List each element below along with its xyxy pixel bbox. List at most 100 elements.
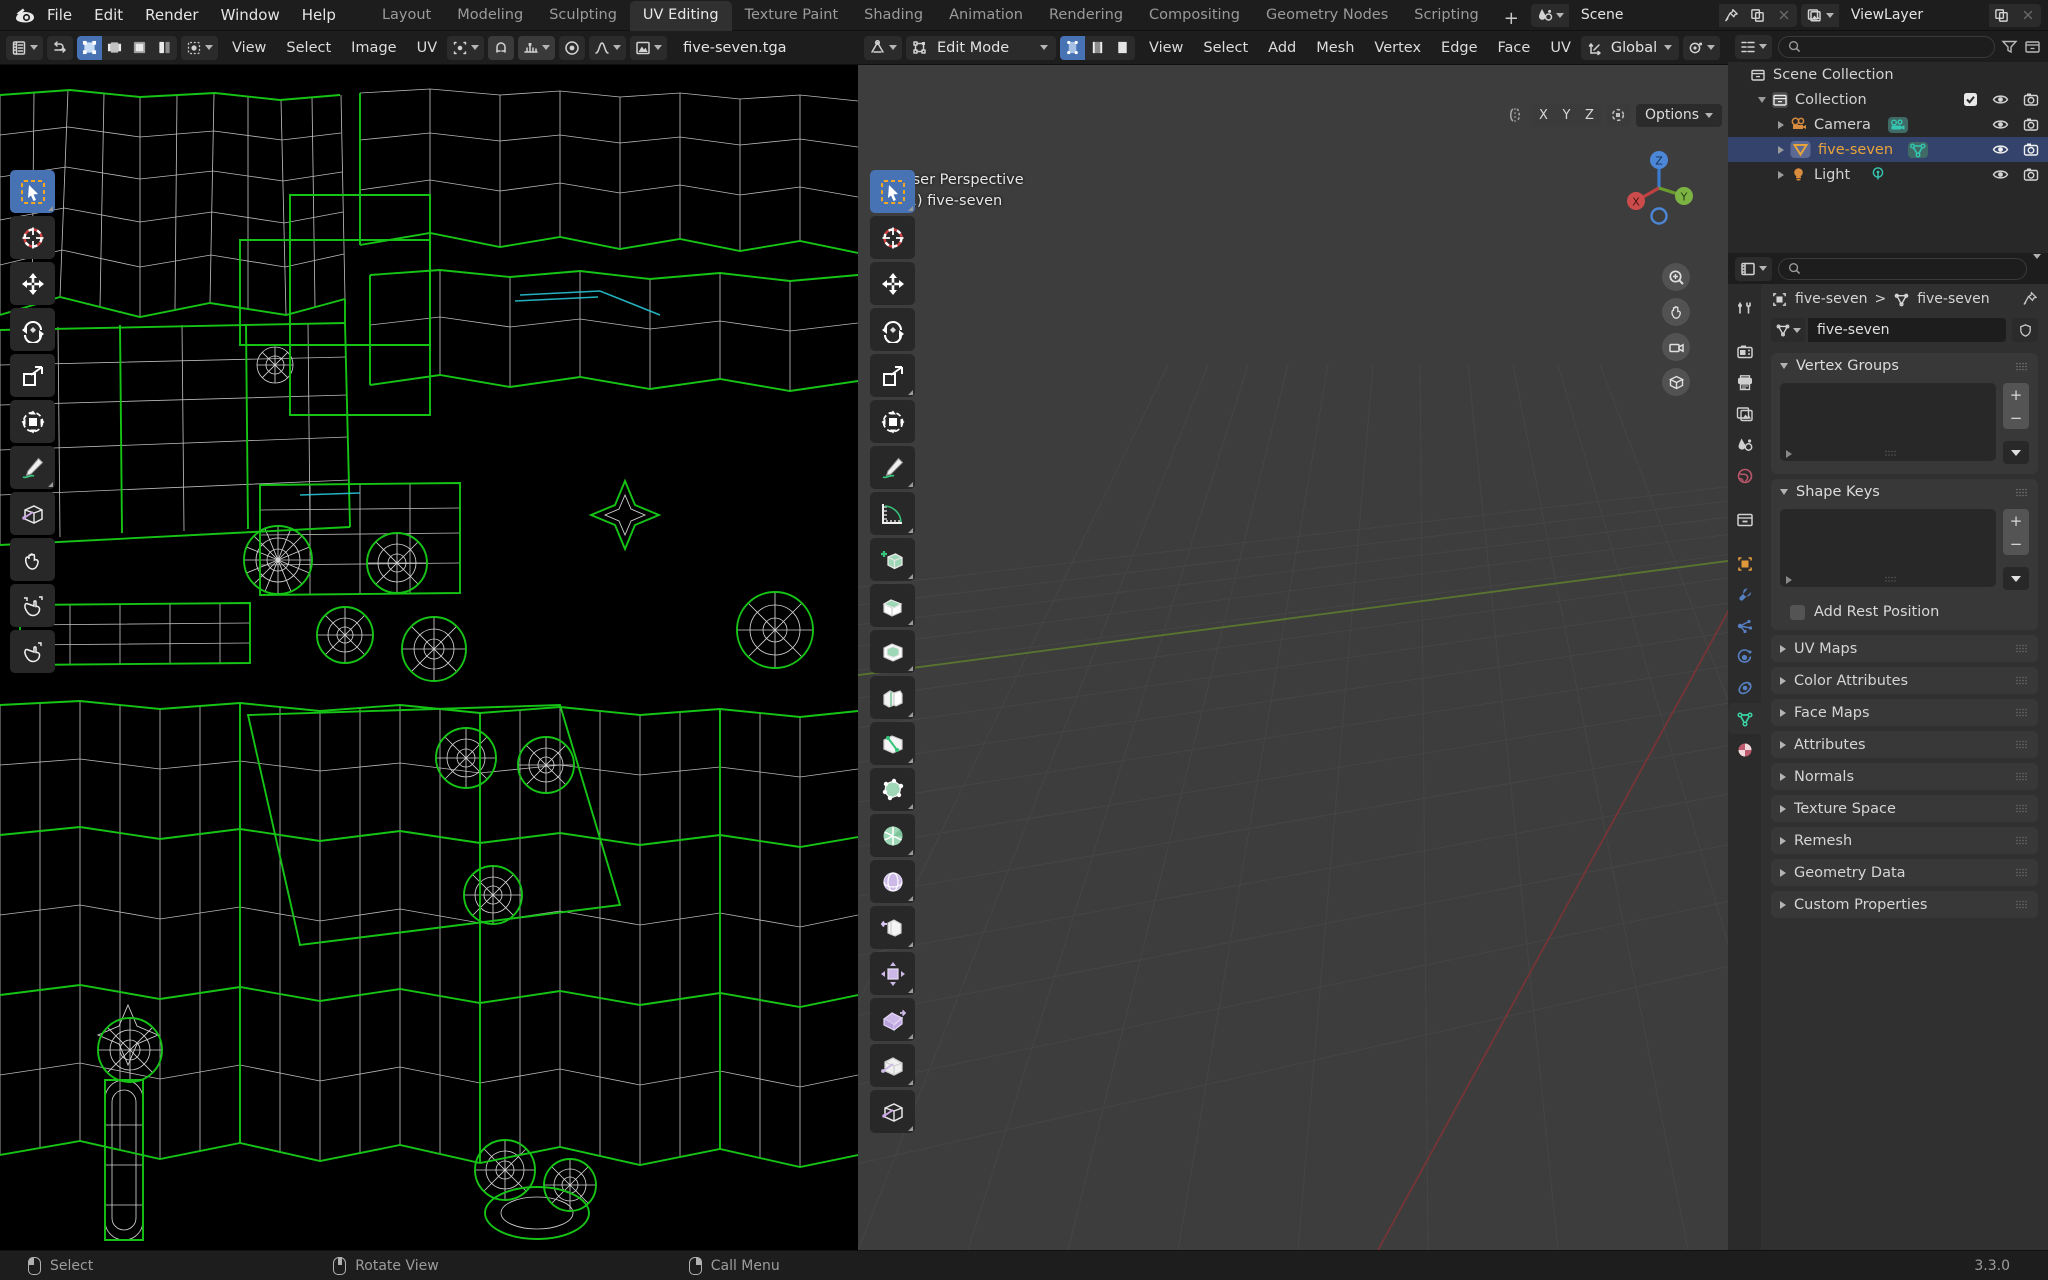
menu-edit[interactable]: Edit xyxy=(83,3,134,27)
properties-tab-physics[interactable] xyxy=(1728,641,1761,672)
camera-view-icon[interactable] xyxy=(1662,333,1690,361)
proportional-edit-icon[interactable] xyxy=(1605,103,1631,127)
panel-face-maps[interactable]: Face Maps xyxy=(1771,699,2038,726)
disclosure-triangle-icon[interactable] xyxy=(1778,120,1784,129)
vp-tool-edge-slide[interactable] xyxy=(870,952,915,995)
copy-icon[interactable] xyxy=(1744,3,1771,27)
outliner-filter-icon[interactable] xyxy=(2001,38,2018,55)
remove-shape-key-button[interactable]: − xyxy=(2003,532,2029,555)
properties-editor-type-icon[interactable] xyxy=(1735,256,1772,281)
eye-icon[interactable] xyxy=(1992,117,2009,132)
uv-tool-move[interactable] xyxy=(10,262,55,305)
camera-render-icon[interactable] xyxy=(2023,142,2039,157)
properties-tab-render[interactable] xyxy=(1728,336,1761,367)
uv-falloff-icon[interactable] xyxy=(589,35,627,60)
vertex-mode-icon[interactable] xyxy=(1060,35,1085,60)
vp-tool-cursor[interactable] xyxy=(870,216,915,259)
uv-proportional-edit-icon[interactable] xyxy=(559,35,586,60)
workspace-tab-modeling[interactable]: Modeling xyxy=(444,1,536,31)
uv-menu-image[interactable]: Image xyxy=(341,36,406,60)
eye-icon[interactable] xyxy=(1992,142,2009,157)
viewport-menu-edge[interactable]: Edge xyxy=(1431,36,1488,60)
panel-header[interactable]: Shape Keys xyxy=(1771,479,2038,505)
uv-vertex-select-icon[interactable] xyxy=(77,35,102,60)
uv-tool-pinch[interactable] xyxy=(10,630,55,673)
panel-header[interactable]: Vertex Groups xyxy=(1771,353,2038,379)
panel-uv-maps[interactable]: UV Maps xyxy=(1771,635,2038,662)
viewport-options-button[interactable]: Options xyxy=(1635,103,1722,127)
panel-geometry-data[interactable]: Geometry Data xyxy=(1771,859,2038,886)
uv-tool-rip-region[interactable] xyxy=(10,492,55,535)
list-expand-triangle-icon[interactable] xyxy=(1786,576,1792,584)
vp-tool-bevel[interactable] xyxy=(870,676,915,719)
viewport-canvas[interactable]: User Perspective (1) five-seven X Y Z Op… xyxy=(858,65,1728,1250)
uv-island-select-icon[interactable] xyxy=(152,35,177,60)
uv-menu-uv[interactable]: UV xyxy=(407,36,448,60)
properties-tab-world[interactable] xyxy=(1728,460,1761,491)
eye-icon[interactable] xyxy=(1992,167,2009,182)
vp-tool-inset-faces[interactable] xyxy=(870,630,915,673)
uv-face-select-icon[interactable] xyxy=(127,35,152,60)
shape-keys-list[interactable] xyxy=(1780,509,1996,587)
camera-render-icon[interactable] xyxy=(2023,167,2039,182)
disclosure-triangle-icon[interactable] xyxy=(1758,96,1766,103)
workspace-tab-layout[interactable]: Layout xyxy=(369,1,444,31)
add-vertex-group-button[interactable]: + xyxy=(2003,383,2029,406)
uv-menu-view[interactable]: View xyxy=(222,36,276,60)
workspace-tab-compositing[interactable]: Compositing xyxy=(1136,1,1253,31)
viewport-menu-vertex[interactable]: Vertex xyxy=(1364,36,1431,60)
outliner-display-mode-icon[interactable] xyxy=(1735,34,1772,59)
blender-logo-icon[interactable] xyxy=(14,4,36,26)
mirror-icon[interactable] xyxy=(1503,103,1527,127)
viewport-editor-type-icon[interactable] xyxy=(864,35,902,60)
vp-tool-tweak[interactable] xyxy=(870,170,915,213)
uv-tool-scale[interactable] xyxy=(10,354,55,397)
uv-magnet-icon[interactable] xyxy=(488,35,515,60)
workspace-tab-uv-editing[interactable]: UV Editing xyxy=(629,0,732,31)
breadcrumb-object[interactable]: five-seven xyxy=(1795,291,1867,307)
uv-sync-selection-icon[interactable] xyxy=(47,35,73,60)
copy-icon[interactable] xyxy=(1988,3,2015,27)
image-browse-icon[interactable] xyxy=(630,35,668,60)
vp-tool-shrink-fatten[interactable] xyxy=(870,998,915,1041)
remove-viewlayer-icon[interactable] xyxy=(2014,3,2041,27)
vp-tool-measure[interactable] xyxy=(870,492,915,535)
add-shape-key-button[interactable]: + xyxy=(2003,509,2029,532)
mesh-data-name-input[interactable]: five-seven xyxy=(1808,318,2006,342)
vp-tool-shear[interactable] xyxy=(870,1044,915,1087)
properties-tab-material[interactable] xyxy=(1728,734,1761,765)
vp-tool-knife[interactable] xyxy=(870,768,915,811)
vp-tool-rip-region[interactable] xyxy=(870,1090,915,1133)
breadcrumb-data[interactable]: five-seven xyxy=(1917,291,1989,307)
remove-scene-icon[interactable] xyxy=(1770,3,1797,27)
panel-color-attributes[interactable]: Color Attributes xyxy=(1771,667,2038,694)
camera-render-icon[interactable] xyxy=(2023,117,2039,132)
panel-texture-space[interactable]: Texture Space xyxy=(1771,795,2038,822)
pivot-point-icon[interactable] xyxy=(1683,35,1721,60)
properties-tab-collection[interactable] xyxy=(1728,504,1761,535)
uv-menu-select[interactable]: Select xyxy=(276,36,341,60)
outliner-new-collection-icon[interactable] xyxy=(2024,38,2041,55)
properties-tab-tool[interactable] xyxy=(1728,292,1761,323)
vp-tool-annotate[interactable] xyxy=(870,446,915,489)
viewport-menu-view[interactable]: View xyxy=(1139,36,1193,60)
uv-tool-annotate[interactable] xyxy=(10,446,55,489)
uv-tool-transform[interactable] xyxy=(10,400,55,443)
checkbox-icon[interactable] xyxy=(1963,92,1978,107)
vp-tool-smooth[interactable] xyxy=(870,906,915,949)
scene-selector[interactable]: Scene xyxy=(1530,3,1797,27)
vp-tool-scale[interactable] xyxy=(870,354,915,397)
vp-tool-move[interactable] xyxy=(870,262,915,305)
properties-tab-modifiers[interactable] xyxy=(1728,579,1761,610)
uv-editor-type-icon[interactable] xyxy=(6,35,43,60)
viewport-menu-mesh[interactable]: Mesh xyxy=(1306,36,1364,60)
uv-canvas[interactable] xyxy=(0,65,858,1250)
menu-file[interactable]: File xyxy=(36,3,83,27)
mode-selector[interactable]: Edit Mode xyxy=(906,35,1056,60)
add-rest-position-row[interactable]: Add Rest Position xyxy=(1771,600,2038,630)
properties-tab-output[interactable] xyxy=(1728,367,1761,398)
camera-render-icon[interactable] xyxy=(2023,92,2039,107)
uv-sticky-select-icon[interactable] xyxy=(181,35,218,60)
viewport-menu-face[interactable]: Face xyxy=(1488,36,1541,60)
properties-options-chevron-icon[interactable] xyxy=(2033,254,2041,278)
